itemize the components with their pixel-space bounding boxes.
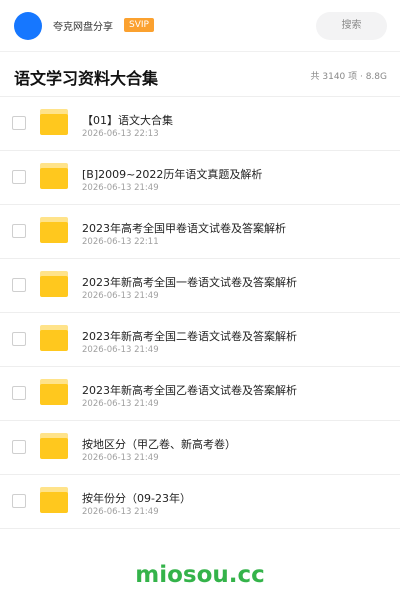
file-name[interactable]: 2023年新高考全国乙卷语文试卷及答案解析 bbox=[82, 382, 297, 398]
folder-icon bbox=[40, 433, 68, 459]
folder-icon bbox=[40, 109, 68, 135]
file-name[interactable]: [B]2009~2022历年语文真题及解析 bbox=[82, 166, 262, 182]
page-title: 语文学习资料大合集 bbox=[14, 69, 159, 88]
folder-icon bbox=[40, 271, 68, 297]
file-name[interactable]: 2023年高考全国甲卷语文试卷及答案解析 bbox=[82, 220, 286, 236]
app-header: 夸克网盘分享 SVIP 搜索 bbox=[0, 0, 400, 52]
folder-title-bar: 语文学习资料大合集 共 3140 项 · 8.8G bbox=[0, 52, 400, 97]
watermark: miosou.cc bbox=[135, 562, 265, 588]
select-checkbox[interactable] bbox=[12, 170, 26, 184]
file-date: 2026-06-13 21:49 bbox=[82, 453, 159, 463]
file-date: 2026-06-13 21:49 bbox=[82, 345, 159, 355]
file-row[interactable]: [B]2009~2022历年语文真题及解析 2026-06-13 21:49 bbox=[0, 151, 400, 205]
file-row[interactable]: 2023年新高考全国一卷语文试卷及答案解析 2026-06-13 21:49 bbox=[0, 259, 400, 313]
item-count-summary: 共 3140 项 · 8.8G bbox=[310, 72, 388, 82]
file-name[interactable]: 2023年新高考全国一卷语文试卷及答案解析 bbox=[82, 274, 297, 290]
file-row[interactable]: 按年份分（09-23年） 2026-06-13 21:49 bbox=[0, 475, 400, 529]
file-date: 2026-06-13 21:49 bbox=[82, 183, 159, 193]
file-date: 2026-06-13 21:49 bbox=[82, 291, 159, 301]
folder-icon bbox=[40, 325, 68, 351]
folder-icon bbox=[40, 487, 68, 513]
file-list: 【01】语文大合集 2026-06-13 22:13 [B]2009~2022历… bbox=[0, 97, 400, 529]
username: 夸克网盘分享 bbox=[53, 22, 113, 33]
file-row[interactable]: 按地区分（甲乙卷、新高考卷） 2026-06-13 21:49 bbox=[0, 421, 400, 475]
search-button[interactable]: 搜索 bbox=[316, 12, 387, 40]
file-date: 2026-06-13 22:13 bbox=[82, 129, 159, 139]
file-row[interactable]: 【01】语文大合集 2026-06-13 22:13 bbox=[0, 97, 400, 151]
file-name[interactable]: 【01】语文大合集 bbox=[82, 112, 173, 128]
folder-icon bbox=[40, 163, 68, 189]
file-row[interactable]: 2023年新高考全国二卷语文试卷及答案解析 2026-06-13 21:49 bbox=[0, 313, 400, 367]
select-checkbox[interactable] bbox=[12, 224, 26, 238]
file-name[interactable]: 按年份分（09-23年） bbox=[82, 490, 191, 506]
select-checkbox[interactable] bbox=[12, 278, 26, 292]
file-date: 2026-06-13 21:49 bbox=[82, 399, 159, 409]
select-checkbox[interactable] bbox=[12, 116, 26, 130]
file-date: 2026-06-13 21:49 bbox=[82, 507, 159, 517]
select-checkbox[interactable] bbox=[12, 440, 26, 454]
avatar[interactable] bbox=[14, 12, 42, 40]
select-checkbox[interactable] bbox=[12, 332, 26, 346]
file-row[interactable]: 2023年高考全国甲卷语文试卷及答案解析 2026-06-13 22:11 bbox=[0, 205, 400, 259]
folder-icon bbox=[40, 379, 68, 405]
select-checkbox[interactable] bbox=[12, 494, 26, 508]
svip-badge: SVIP bbox=[124, 18, 154, 32]
file-date: 2026-06-13 22:11 bbox=[82, 237, 159, 247]
folder-icon bbox=[40, 217, 68, 243]
file-row[interactable]: 2023年新高考全国乙卷语文试卷及答案解析 2026-06-13 21:49 bbox=[0, 367, 400, 421]
file-name[interactable]: 按地区分（甲乙卷、新高考卷） bbox=[82, 436, 236, 452]
file-name[interactable]: 2023年新高考全国二卷语文试卷及答案解析 bbox=[82, 328, 297, 344]
select-checkbox[interactable] bbox=[12, 386, 26, 400]
